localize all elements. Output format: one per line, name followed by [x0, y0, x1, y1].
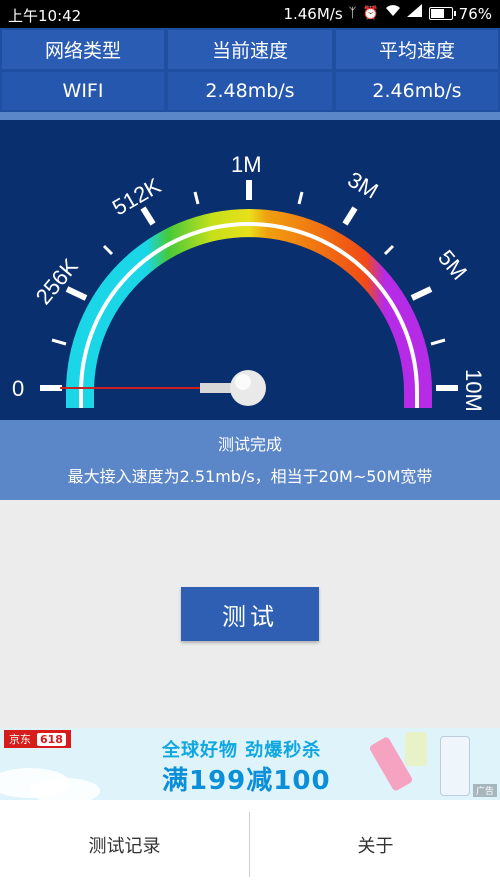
scale-label-10m: 10M [461, 369, 486, 412]
result-summary: 最大接入速度为2.51mb/s，相当于20M~50M宽带 [67, 467, 433, 486]
bluetooth-icon: ᛉ [348, 5, 357, 21]
ad-brand-tag: 618 [37, 732, 66, 746]
scale-label-512k: 512K [108, 173, 165, 221]
signal-icon [406, 4, 423, 23]
test-history-button[interactable]: 测试记录 [0, 800, 249, 889]
gauge-svg: 0 256K 512K 1M 3M 5M 10M [12, 152, 486, 412]
ad-product-image [405, 732, 427, 766]
net-speed: 1.46M/s [283, 4, 343, 23]
nav-divider [249, 812, 250, 877]
value-network-type: WIFI [2, 72, 164, 110]
value-average-speed: 2.46mb/s [336, 72, 498, 110]
scale-label-256k: 256K [31, 254, 83, 310]
ad-brand-name: 京东 [9, 733, 31, 746]
result-status: 测试完成 [217, 435, 282, 454]
speed-gauge: 0 256K 512K 1M 3M 5M 10M [0, 112, 500, 420]
wifi-icon [385, 4, 401, 23]
ad-banner[interactable]: 京东 618 全球好物 劲爆秒杀 满199减100 广告 [0, 728, 500, 800]
scale-label-0: 0 [12, 376, 24, 401]
ad-product-image [440, 736, 470, 796]
ad-cloud-decoration [30, 778, 100, 800]
status-time: 上午10:42 [8, 7, 82, 25]
status-right: 1.46M/s ᛉ ⏰ 76% [283, 4, 492, 23]
ad-label: 广告 [472, 784, 497, 797]
battery-percent: 76% [458, 4, 492, 23]
network-info-table: 网络类型 当前速度 平均速度 WIFI 2.48mb/s 2.46mb/s [0, 28, 500, 112]
ad-offer: 满199减100 [162, 766, 331, 796]
battery-icon [428, 7, 456, 20]
header-average-speed: 平均速度 [336, 30, 498, 69]
ad-headline: 全球好物 劲爆秒杀 [162, 740, 322, 761]
alarm-icon: ⏰ [362, 5, 379, 21]
result-panel: 测试完成 最大接入速度为2.51mb/s，相当于20M~50M宽带 [0, 420, 500, 500]
start-test-button[interactable]: 测试 [181, 587, 319, 641]
about-button[interactable]: 关于 [251, 800, 500, 889]
value-current-speed: 2.48mb/s [168, 72, 332, 110]
ad-brand-badge: 京东 618 [4, 730, 71, 748]
scale-label-3m: 3M [344, 167, 383, 204]
bottom-nav: 测试记录 关于 [0, 800, 500, 889]
status-bar: 上午10:42 1.46M/s ᛉ ⏰ 76% [0, 0, 500, 28]
scale-label-1m: 1M [231, 152, 262, 177]
header-network-type: 网络类型 [2, 30, 164, 69]
scale-label-5m: 5M [433, 245, 472, 284]
header-current-speed: 当前速度 [168, 30, 332, 69]
